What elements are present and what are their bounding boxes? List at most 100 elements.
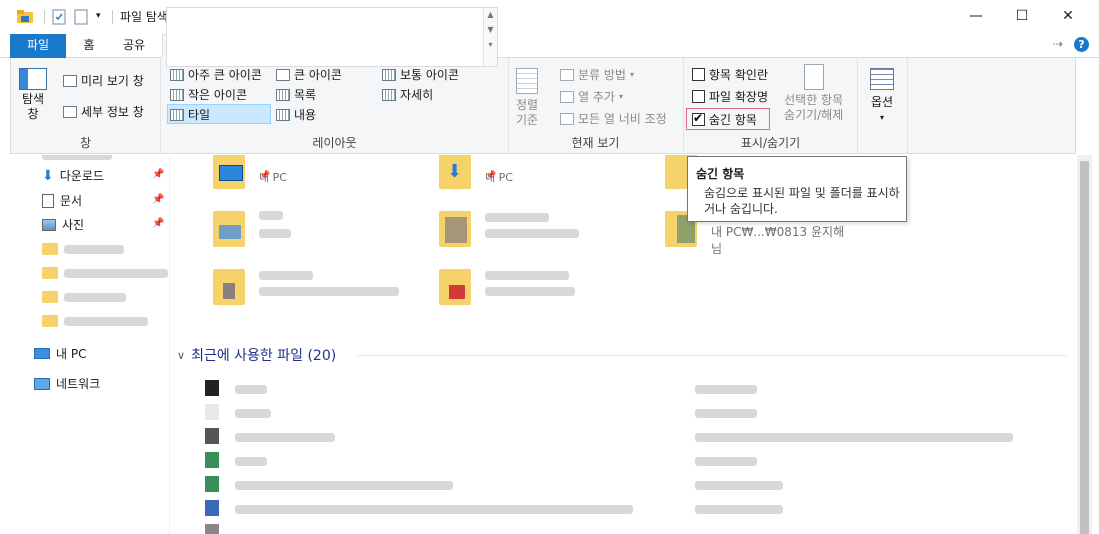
folder-image-icon [213,269,245,305]
gallery-scrollbar[interactable]: ▲ ▼ ▾ [483,8,497,66]
blurred-path [695,457,757,466]
layout-small-icons[interactable]: 작은 아이콘 [170,86,247,103]
properties-icon[interactable] [52,9,66,28]
nav-item-partial[interactable] [42,155,112,163]
new-folder-icon[interactable] [74,9,88,28]
file-icon [205,452,219,468]
gallery-down-icon[interactable]: ▼ [484,25,497,34]
preview-pane-icon [63,74,77,87]
ribbon-group-current-view: 정렬 기준 분류 방법 ▾ 열 추가 ▾ 모든 열 너비 조정 현재 보기 [508,58,684,154]
checkbox-icon [692,90,705,103]
quick-access-tile[interactable]: 내 PC 📌 [171,155,401,203]
nav-item-documents[interactable]: 문서 [42,192,82,209]
quick-access-tile[interactable]: ⬇ 내 PC 📌 [397,155,627,203]
expand-ribbon-icon[interactable]: ⇢ [1053,37,1063,51]
layout-medium-icons[interactable]: 보통 아이콘 [382,66,459,83]
gallery-more-icon[interactable]: ▾ [484,40,497,49]
gallery-up-icon[interactable]: ▲ [484,10,497,19]
layout-details[interactable]: 자세히 [382,86,433,103]
file-icon [205,476,219,492]
document-icon [42,193,54,208]
separator [44,10,45,24]
fit-columns-button[interactable]: 모든 열 너비 조정 [560,110,667,127]
details-pane-label: 세부 정보 창 [81,105,144,119]
vertical-scrollbar[interactable] [1077,155,1092,534]
blurred-name [235,457,267,466]
details-pane-button[interactable]: 세부 정보 창 [63,103,144,120]
layout-large-icons[interactable]: 큰 아이콘 [276,66,342,83]
layout-list[interactable]: 목록 [276,86,316,103]
options-icon [870,68,894,90]
preview-pane-button[interactable]: 미리 보기 창 [63,72,144,89]
details-pane-icon [63,105,77,118]
hide-selected-button[interactable]: 선택한 항목 숨기기/해제 [784,64,843,123]
file-extensions-checkbox[interactable]: 파일 확장명 [692,88,768,105]
maximize-button[interactable]: ☐ [999,0,1045,32]
scrollbar-thumb[interactable] [1080,161,1089,534]
file-explorer-icon [16,9,34,28]
options-button[interactable]: 옵션 ▾ [870,68,894,122]
pin-icon[interactable]: 📌 [152,218,164,229]
folder-icon [42,267,58,279]
blurred-label [64,268,168,278]
layout-extra-large-icons[interactable]: 아주 큰 아이콘 [170,66,262,83]
hide-selected-label: 선택한 항목 숨기기/해제 [784,93,844,122]
layout-item-label: 내용 [294,108,317,122]
group-label-show-hide: 표시/숨기기 [740,136,801,150]
quick-access-tile[interactable] [397,209,627,261]
file-icon [205,404,219,420]
downloads-folder-icon: ⬇ [439,155,471,189]
nav-item-network[interactable]: 네트워크 [34,375,100,392]
network-icon [34,377,50,390]
tab-home[interactable]: 홈 [72,34,106,58]
nav-item-folder[interactable] [42,315,148,327]
nav-item-this-pc[interactable]: 내 PC [34,345,86,362]
nav-item-label: 다운로드 [59,169,104,183]
options-label: 옵션 [870,95,894,109]
group-by-dropdown-icon: ▾ [629,70,634,79]
quick-access-tile[interactable] [171,267,401,319]
close-icon: ✕ [1062,8,1074,24]
close-button[interactable]: ✕ [1045,0,1091,32]
list-icon [276,88,290,101]
help-icon[interactable]: ? [1074,37,1089,52]
tooltip-body: 숨김으로 표시된 파일 및 폴더를 표시하거나 숨깁니다. [704,186,900,216]
minimize-button[interactable]: — [953,0,999,32]
add-column-button[interactable]: 열 추가 ▾ [560,88,623,105]
fit-columns-label: 모든 열 너비 조정 [578,112,667,126]
pin-icon[interactable]: 📌 [152,194,164,205]
tooltip-title: 숨긴 항목 [696,167,745,181]
nav-item-folder[interactable] [42,291,126,303]
tab-share[interactable]: 공유 [112,34,156,58]
nav-pane-button[interactable]: 탐색 창 [19,68,47,122]
layout-tiles[interactable]: 타일 [170,106,210,123]
quick-access-tile[interactable] [397,267,627,319]
blurred-name [235,505,633,514]
computer-icon [34,348,50,359]
blurred-path [485,229,579,238]
blurred-path [695,385,757,394]
folder-image-icon [439,269,471,305]
nav-item-pictures[interactable]: 사진 [42,216,84,233]
blurred-label [64,292,126,302]
options-dropdown-icon: ▾ [879,113,884,122]
title-bar: ▾ 파일 탐색기 — ☐ ✕ [0,0,1099,32]
blurred-path [259,287,399,296]
sort-by-button[interactable]: 정렬 기준 [516,68,538,128]
nav-item-folder[interactable] [42,267,168,279]
item-check-boxes-checkbox[interactable]: 항목 확인란 [692,66,768,83]
blurred-name [485,271,569,280]
ribbon-group-show-hide: 항목 확인란 파일 확장명 숨긴 항목 선택한 항목 숨기기/해제 표시/숨기기 [684,58,858,154]
add-column-dropdown-icon: ▾ [618,92,623,101]
layout-content[interactable]: 내용 [276,106,316,123]
group-by-button[interactable]: 분류 방법 ▾ [560,66,634,83]
customize-toolbar-dropdown-icon[interactable]: ▾ [96,11,101,21]
recent-files-header[interactable]: ∨ 최근에 사용한 파일 (20) [177,345,336,365]
download-arrow-icon: ⬇ [447,161,463,182]
pin-icon[interactable]: 📌 [152,169,164,180]
tab-file[interactable]: 파일 [10,34,66,58]
quick-access-tile[interactable] [171,209,401,261]
maximize-icon: ☐ [1015,8,1029,24]
nav-item-downloads[interactable]: ⬇ 다운로드 [42,167,104,184]
nav-item-folder[interactable] [42,243,124,255]
